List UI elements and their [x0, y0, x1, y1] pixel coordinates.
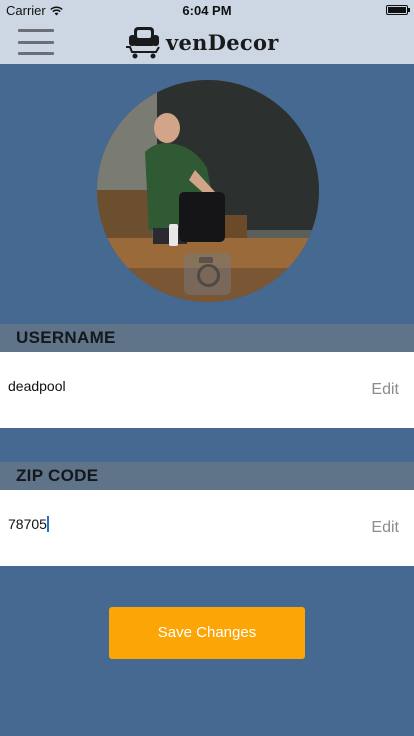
username-edit-button[interactable]: Edit	[371, 381, 399, 399]
save-changes-button[interactable]: Save Changes	[109, 607, 305, 659]
username-field[interactable]: deadpool Edit	[0, 352, 414, 428]
zip-code-field[interactable]: 78705 Edit	[0, 490, 414, 566]
username-header: USERNAME	[0, 324, 414, 352]
username-value[interactable]: deadpool	[8, 378, 66, 394]
zip-code-edit-button[interactable]: Edit	[371, 519, 399, 537]
brand-logo: venDecor	[126, 24, 279, 60]
status-bar: Carrier 6:04 PM	[0, 0, 414, 20]
battery-icon	[386, 5, 410, 15]
status-time: 6:04 PM	[182, 3, 232, 18]
zip-code-value[interactable]: 78705	[8, 516, 49, 532]
camera-icon[interactable]	[184, 253, 231, 295]
armchair-cart-icon	[126, 27, 160, 59]
nav-bar: venDecor	[0, 20, 414, 64]
hamburger-menu-icon[interactable]	[18, 27, 54, 57]
brand-name: venDecor	[166, 29, 279, 55]
zip-code-header: ZIP CODE	[0, 462, 414, 490]
